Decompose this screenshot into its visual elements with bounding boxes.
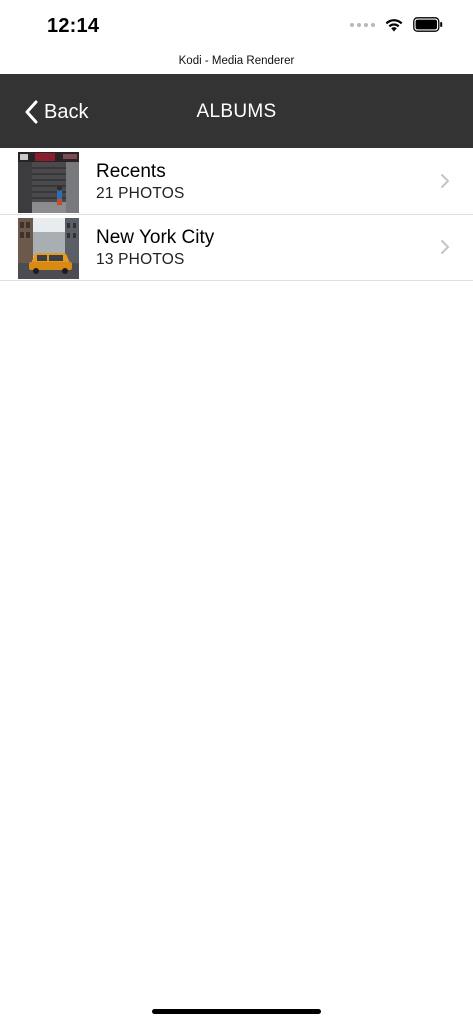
- album-name: Recents: [96, 161, 166, 182]
- app-caption: Kodi - Media Renderer: [178, 55, 295, 67]
- album-photo-count: 21 PHOTOS: [96, 185, 185, 202]
- page-title: ALBUMS: [196, 101, 277, 122]
- status-icons: [350, 17, 443, 32]
- album-thumbnail: [18, 152, 79, 213]
- album-name: New York City: [96, 227, 215, 248]
- chevron-right-icon: [441, 240, 449, 254]
- album-photo-count: 13 PHOTOS: [96, 251, 185, 268]
- home-indicator[interactable]: [152, 1009, 321, 1014]
- album-thumbnail: [18, 218, 79, 279]
- album-list: Recents 21 PHOTOS New York City 13 PHOTO…: [0, 149, 473, 281]
- album-row-recents[interactable]: Recents 21 PHOTOS: [0, 149, 473, 215]
- wifi-icon: [385, 19, 403, 32]
- chevron-right-icon: [441, 174, 449, 188]
- status-bar: 12:14: [0, 0, 473, 54]
- status-time: 12:14: [47, 15, 100, 37]
- album-row-new-york-city[interactable]: New York City 13 PHOTOS: [0, 215, 473, 281]
- navigation-bar: Back ALBUMS: [0, 74, 473, 148]
- cellular-signal-icon: [350, 22, 375, 27]
- battery-icon: [413, 17, 443, 32]
